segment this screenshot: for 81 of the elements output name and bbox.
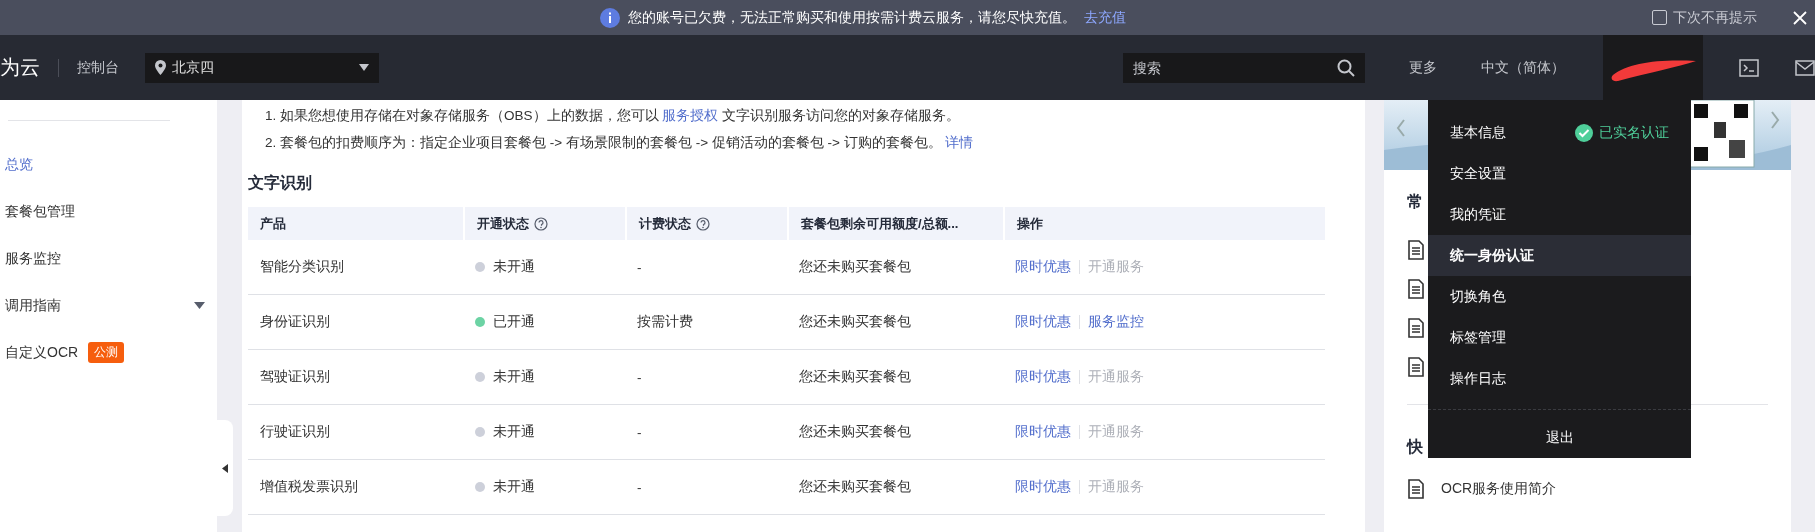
location-pin-icon: [155, 60, 166, 75]
action-link[interactable]: 限时优惠: [1015, 423, 1071, 441]
document-icon: [1407, 317, 1425, 338]
menu-item[interactable]: 标签管理: [1428, 317, 1691, 358]
table-cell-text: -: [636, 259, 643, 275]
status-text: 未开通: [493, 368, 535, 386]
action-link[interactable]: 限时优惠: [1015, 368, 1071, 386]
sidebar-item[interactable]: 服务监控: [0, 235, 205, 282]
search-field[interactable]: 搜索: [1123, 52, 1365, 83]
close-icon[interactable]: [1793, 10, 1807, 25]
status-text: 已开通: [493, 313, 535, 331]
table-cell-text: -: [636, 424, 643, 440]
sidebar-item[interactable]: 总览: [0, 141, 205, 188]
table-cell-text: 您还未购买套餐包: [798, 368, 912, 386]
column-header: 计费状态: [639, 214, 691, 233]
dont-show-label: 下次不再提示: [1673, 8, 1757, 27]
menu-item[interactable]: 基本信息 已实名认证: [1428, 112, 1691, 153]
beta-badge: 公测: [88, 342, 125, 363]
console-link[interactable]: 控制台: [77, 58, 119, 77]
menu-item[interactable]: 统一身份认证: [1428, 235, 1691, 276]
doc-link[interactable]: OCR服务使用简介: [1441, 479, 1557, 498]
note-text: 1. 如果您想使用存储在对象存储服务（OBS）上的数据，您可以 服务授权 文字识别服务访问您的对象存储服务。: [265, 107, 962, 125]
logo-text[interactable]: 为云: [0, 54, 40, 81]
action-link[interactable]: 服务监控: [1088, 313, 1144, 331]
dont-show-checkbox[interactable]: [1652, 10, 1667, 25]
table-cell-text: 驾驶证识别: [259, 368, 331, 386]
document-icon: [1407, 478, 1425, 499]
section-heading: 快: [1407, 437, 1423, 457]
logout-button[interactable]: 退出: [1545, 429, 1574, 447]
sidebar-item[interactable]: 套餐包管理: [0, 188, 205, 235]
more-menu[interactable]: 更多: [1409, 58, 1437, 77]
column-header: 套餐包剩余可用额度/总额...: [801, 214, 959, 233]
table-cell-text: 您还未购买套餐包: [798, 423, 912, 441]
column-header: 产品: [260, 214, 286, 233]
table-cell-text: 增值税发票识别: [259, 478, 359, 496]
action-link[interactable]: 限时优惠: [1015, 313, 1071, 331]
note-link[interactable]: 详情: [945, 135, 974, 150]
column-header: 开通状态: [477, 214, 529, 233]
sidebar-item[interactable]: 自定义OCR 公测: [0, 329, 205, 376]
menu-item[interactable]: 我的凭证: [1428, 194, 1691, 235]
check-circle-icon: [1575, 123, 1593, 142]
collapse-handle[interactable]: [217, 420, 233, 516]
collapse-icon: [222, 463, 228, 473]
mail-icon[interactable]: [1795, 59, 1815, 76]
menu-item[interactable]: 安全设置: [1428, 153, 1691, 194]
info-icon: [600, 7, 620, 28]
status-text: 未开通: [493, 423, 535, 441]
note-link[interactable]: 服务授权: [662, 108, 719, 123]
table-cell-text: -: [636, 369, 643, 385]
verified-status: 已实名认证: [1575, 123, 1669, 142]
help-icon[interactable]: [534, 216, 548, 231]
language-menu[interactable]: 中文（简体）: [1481, 58, 1565, 77]
column-header: 操作: [1017, 214, 1043, 233]
document-icon: [1407, 356, 1425, 377]
section-title: 文字识别: [248, 173, 313, 193]
search-icon[interactable]: [1337, 58, 1355, 77]
status-text: 未开通: [493, 478, 535, 496]
region-select[interactable]: 北京四: [145, 52, 379, 83]
document-icon: [1407, 239, 1425, 260]
section-heading: 常: [1407, 192, 1423, 212]
table-cell-text: 您还未购买套餐包: [798, 313, 912, 331]
document-icon: [1407, 278, 1425, 299]
sidebar-item[interactable]: 调用指南: [0, 282, 205, 329]
table-cell-text: 身份证识别: [259, 313, 331, 331]
table-cell-text: -: [636, 479, 643, 495]
menu-item[interactable]: 切换角色: [1428, 276, 1691, 317]
recharge-link[interactable]: 去充值: [1084, 8, 1126, 27]
notice-text: 您的账号已欠费，无法正常购买和使用按需计费云服务，请您尽快充值。: [628, 8, 1076, 27]
status-text: 未开通: [493, 258, 535, 276]
action-link[interactable]: 限时优惠: [1015, 258, 1071, 276]
table-cell-text: 按需计费: [636, 313, 694, 331]
action-link[interactable]: 限时优惠: [1015, 478, 1071, 496]
note-text: 2. 套餐包的扣费顺序为：指定企业项目套餐包 -> 有场景限制的套餐包 -> 促销活动的套餐包 -> 订购的套餐包。 详情: [265, 134, 975, 152]
help-icon[interactable]: [696, 216, 710, 231]
table-cell-text: 行驶证识别: [259, 423, 331, 441]
menu-item[interactable]: 操作日志: [1428, 358, 1691, 399]
table-cell-text: 您还未购买套餐包: [798, 258, 912, 276]
table-cell-text: 您还未购买套餐包: [798, 478, 912, 496]
caret-icon: [359, 64, 369, 71]
table-cell-text: 智能分类识别: [259, 258, 345, 276]
terminal-icon[interactable]: [1739, 58, 1759, 77]
